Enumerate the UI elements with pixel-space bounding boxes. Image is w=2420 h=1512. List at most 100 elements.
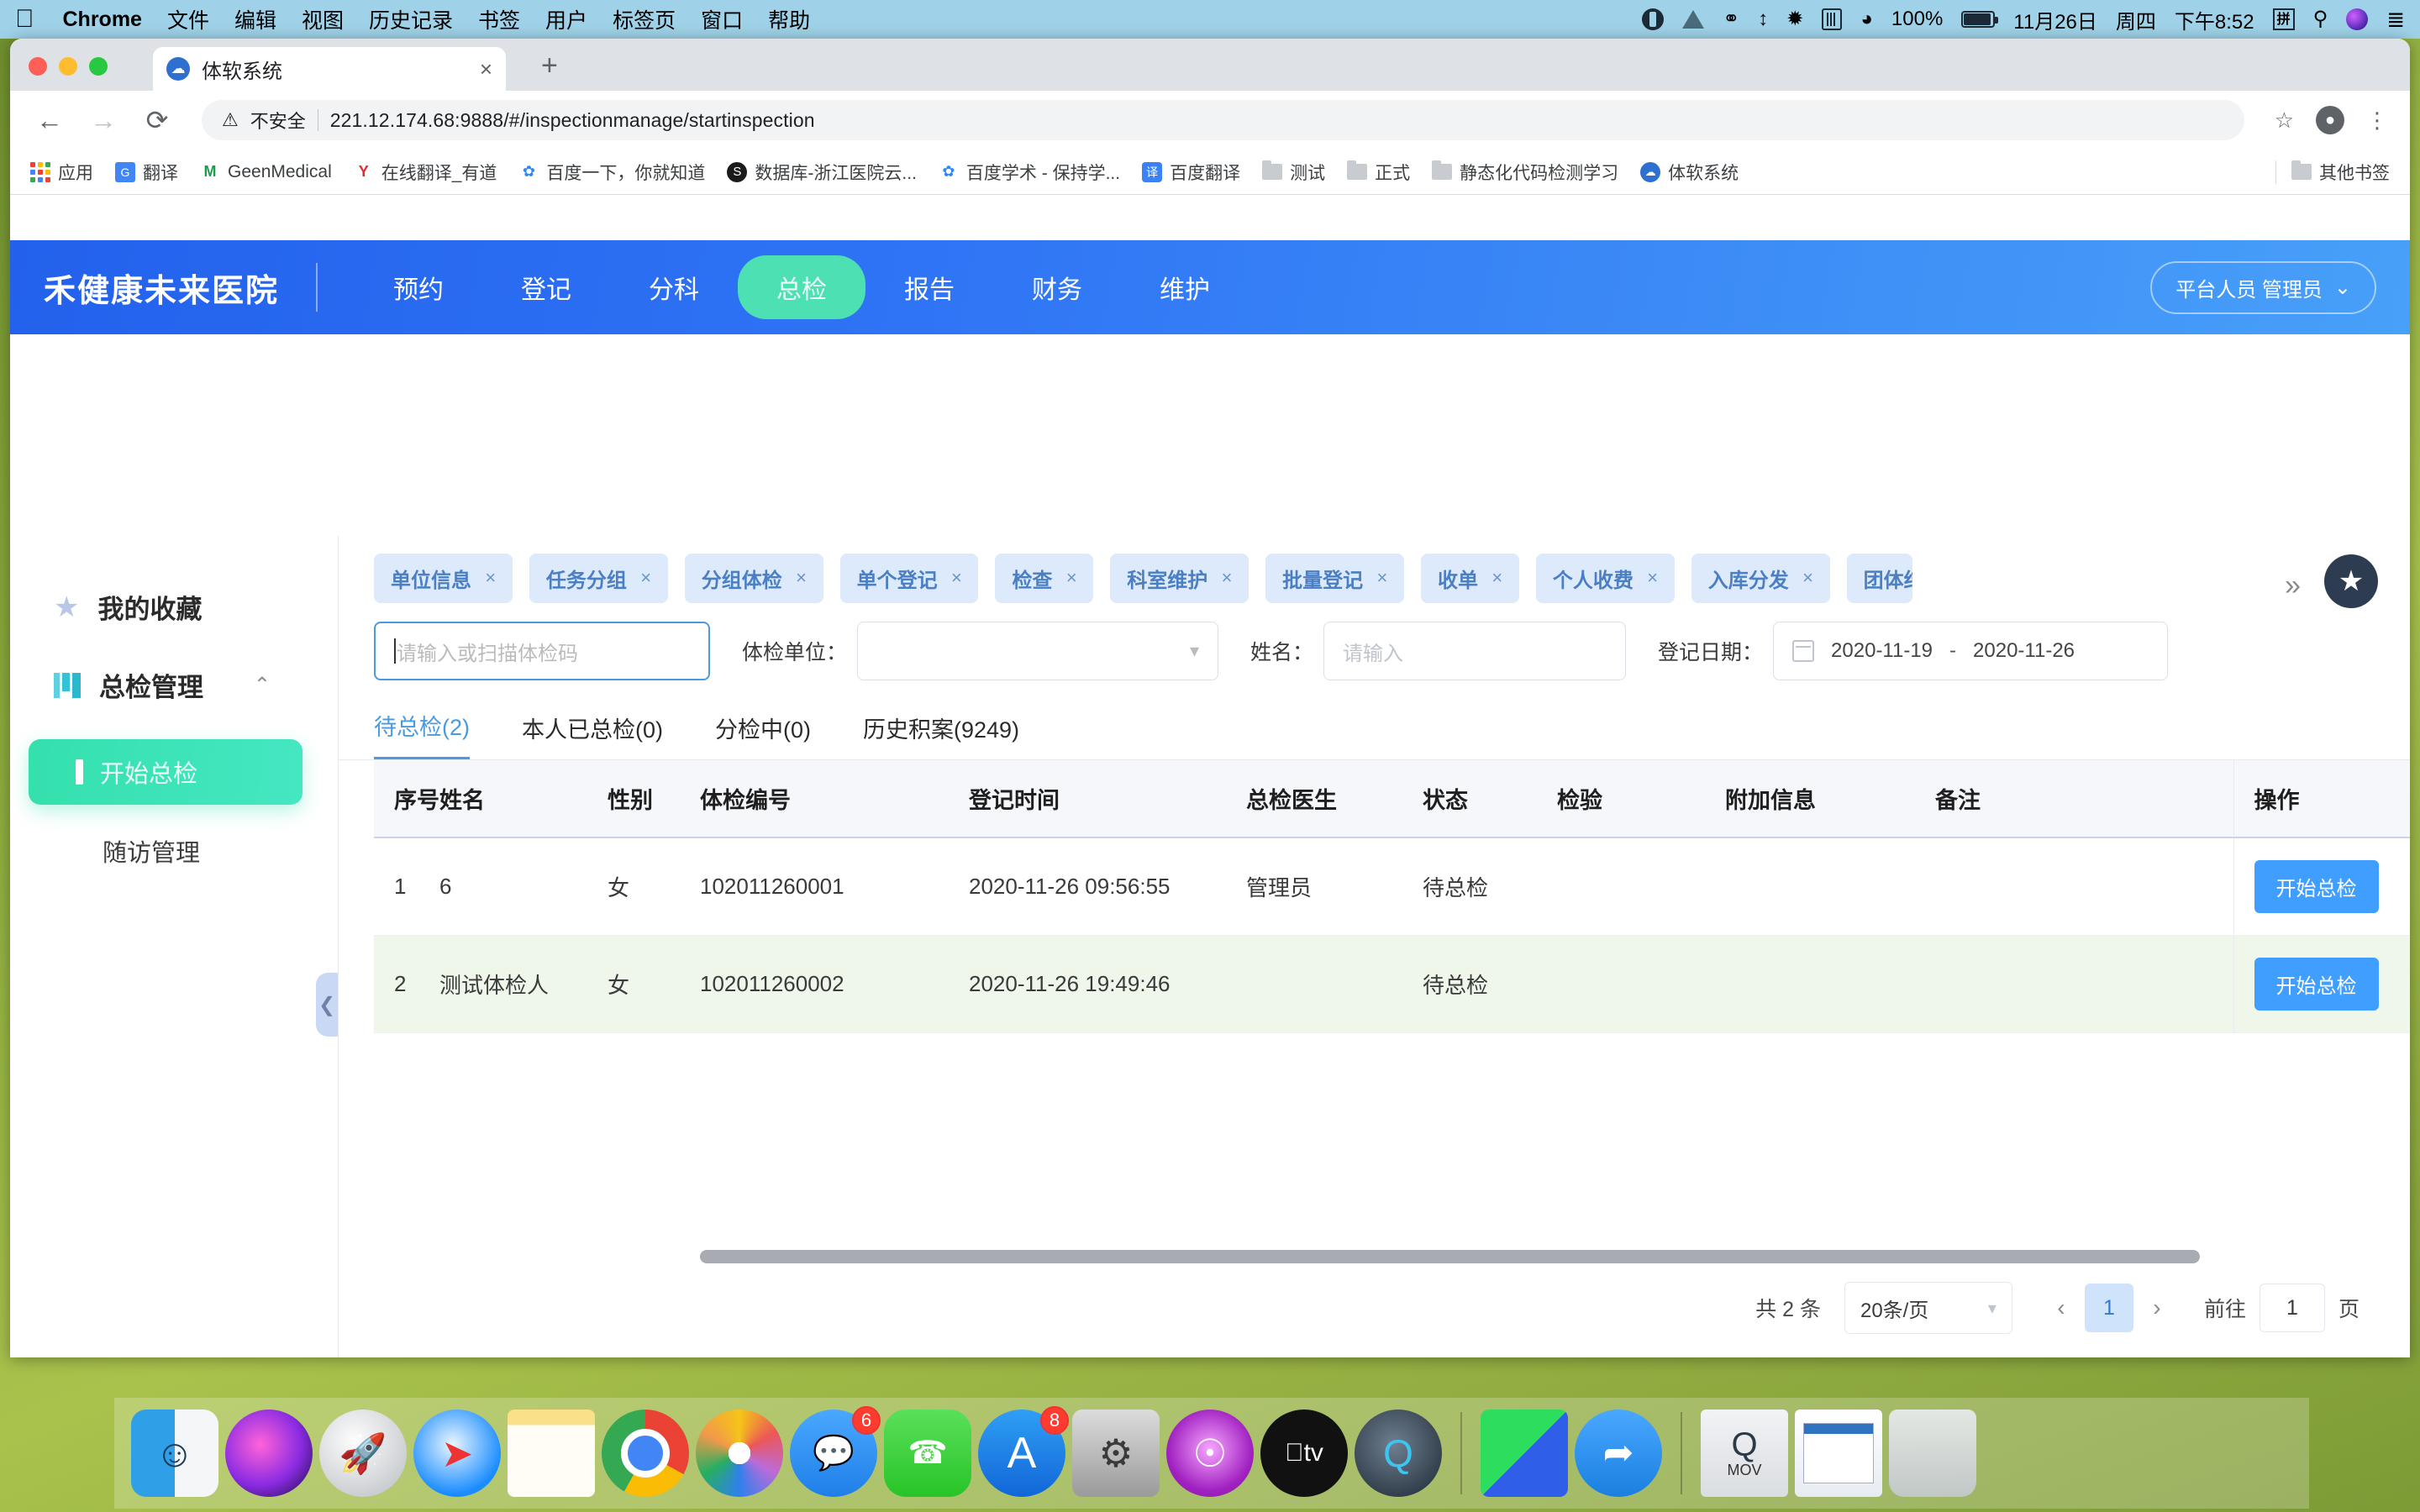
- other-bookmarks-button[interactable]: 其他书签: [2291, 160, 2390, 185]
- bookmark-folder-static-code[interactable]: 静态化代码检测学习: [1432, 160, 1618, 185]
- bookmark-baidu-xueshu[interactable]: ✿ 百度学术 - 保持学...: [939, 160, 1120, 185]
- chip-danweixinxi[interactable]: 单位信息 ×: [374, 553, 513, 603]
- dock-apple-tv-icon[interactable]: tv: [1260, 1410, 1348, 1497]
- close-icon[interactable]: ×: [796, 567, 807, 589]
- start-inspection-button[interactable]: 开始总检: [2254, 860, 2379, 913]
- minimize-window-button[interactable]: [59, 57, 77, 76]
- dock-podcasts-icon[interactable]: ☉: [1166, 1410, 1254, 1497]
- start-inspection-button[interactable]: 开始总检: [2254, 958, 2379, 1011]
- menubar-item-tab[interactable]: 标签页: [613, 4, 676, 34]
- close-icon[interactable]: ×: [1491, 567, 1502, 589]
- chip-jiancha[interactable]: 检查 ×: [995, 553, 1094, 603]
- sidebar-group-inspection-management[interactable]: 总检管理 ⌃: [10, 644, 338, 726]
- nav-item-dengji[interactable]: 登记: [482, 255, 610, 319]
- new-tab-button[interactable]: +: [541, 50, 558, 82]
- chip-shoudan[interactable]: 收单 ×: [1421, 553, 1519, 603]
- dock-app-green-blue-icon[interactable]: [1481, 1410, 1568, 1497]
- chrome-menu-icon[interactable]: ⋮: [2366, 108, 2388, 134]
- dock-spreadsheet-file-icon[interactable]: [1795, 1410, 1882, 1497]
- dock-mov-file-icon[interactable]: Q MOV: [1701, 1410, 1788, 1497]
- browser-tab[interactable]: ☁ 体软系统 ×: [153, 47, 506, 91]
- dock-safari-icon[interactable]: ➤: [413, 1410, 501, 1497]
- inspection-code-input[interactable]: 请输入或扫描体检码: [374, 622, 710, 680]
- back-icon[interactable]: ←: [32, 105, 67, 136]
- close-icon[interactable]: ×: [1376, 567, 1387, 589]
- chip-gedengji[interactable]: 单个登记 ×: [839, 553, 979, 603]
- tab-pending-inspection[interactable]: 待总检(2): [374, 709, 470, 759]
- tab-history-archive[interactable]: 历史积案(9249): [863, 711, 1019, 759]
- close-icon[interactable]: ×: [1802, 567, 1813, 589]
- favorites-float-button[interactable]: ★: [2324, 554, 2378, 608]
- dropbox-icon[interactable]: [1682, 10, 1705, 29]
- nav-item-yuyue[interactable]: 预约: [355, 255, 482, 319]
- bluetooth-icon[interactable]: ✹: [1786, 9, 1803, 29]
- horizontal-scrollbar[interactable]: [700, 1250, 2200, 1263]
- prev-page-button[interactable]: ‹: [2038, 1294, 2085, 1321]
- nav-item-zongjian[interactable]: 总检: [738, 255, 866, 319]
- maximize-window-button[interactable]: [89, 57, 108, 76]
- profile-avatar[interactable]: ●: [2316, 106, 2344, 134]
- apple-menu-icon[interactable]: : [15, 7, 34, 32]
- chevron-up-icon[interactable]: ⌃: [254, 673, 271, 697]
- sidebar-item-followup-management[interactable]: 随访管理: [10, 805, 338, 869]
- dock-messages-icon[interactable]: 💬 6: [790, 1406, 881, 1497]
- menubar-item-window[interactable]: 窗口: [701, 4, 743, 34]
- close-icon[interactable]: ×: [1647, 567, 1658, 589]
- chip-renwufenzu[interactable]: 任务分组 ×: [529, 553, 668, 603]
- page-size-select[interactable]: 20条/页 ▾: [1844, 1282, 2012, 1334]
- dock-quicktime-icon[interactable]: Q: [1355, 1410, 1442, 1497]
- user-menu-button[interactable]: 平台人员 管理员 ⌄: [2150, 260, 2376, 314]
- chip-tantijie[interactable]: 团体结: [1846, 553, 1912, 603]
- menubar-item-help[interactable]: 帮助: [768, 4, 810, 34]
- close-window-button[interactable]: [29, 57, 47, 76]
- nav-item-weihu[interactable]: 维护: [1121, 255, 1249, 319]
- menubar-item-view[interactable]: 视图: [302, 4, 344, 34]
- tab-in-progress[interactable]: 分检中(0): [715, 711, 811, 759]
- close-icon[interactable]: ×: [640, 567, 651, 589]
- dock-notes-icon[interactable]: [508, 1410, 595, 1497]
- bookmark-geenmedical[interactable]: M GeenMedical: [200, 162, 332, 182]
- menubar-item-bookmarks[interactable]: 书签: [478, 4, 520, 34]
- creative-cloud-icon[interactable]: ⚭: [1723, 9, 1739, 29]
- arrows-updown-icon[interactable]: ↕: [1758, 9, 1768, 29]
- sidebar-item-start-inspection[interactable]: 开始总检: [29, 739, 302, 805]
- dock-photos-icon[interactable]: [696, 1410, 783, 1497]
- nav-item-caiwu[interactable]: 财务: [993, 255, 1121, 319]
- nav-item-fenke[interactable]: 分科: [610, 255, 738, 319]
- dock-system-preferences-icon[interactable]: ⚙: [1072, 1410, 1160, 1497]
- bookmark-star-icon[interactable]: ☆: [2275, 108, 2294, 134]
- bookmark-translate[interactable]: G 翻译: [115, 160, 178, 185]
- chevron-double-right-icon[interactable]: »: [2285, 570, 2301, 602]
- keyboard-icon[interactable]: [1822, 8, 1843, 30]
- input-method-icon[interactable]: 拼: [2272, 8, 2295, 30]
- unit-select[interactable]: ▾: [857, 622, 1219, 680]
- nav-item-baogao[interactable]: 报告: [865, 255, 993, 319]
- name-input[interactable]: 请输入: [1323, 622, 1627, 680]
- goto-page-input[interactable]: 1: [2259, 1284, 2325, 1332]
- close-icon[interactable]: ×: [951, 567, 962, 589]
- recording-icon[interactable]: [1642, 8, 1665, 30]
- forward-icon[interactable]: →: [86, 105, 121, 136]
- dock-finder-icon[interactable]: ☺: [131, 1410, 218, 1497]
- chip-fenzutijian[interactable]: 分组体检 ×: [684, 553, 823, 603]
- bookmark-folder-test[interactable]: 测试: [1262, 160, 1325, 185]
- menubar-item-history[interactable]: 历史记录: [369, 4, 453, 34]
- menubar-item-file[interactable]: 文件: [167, 4, 209, 34]
- battery-icon[interactable]: [1961, 11, 1999, 28]
- chip-keshiweihu[interactable]: 科室维护 ×: [1110, 553, 1249, 603]
- close-icon[interactable]: ×: [1221, 567, 1232, 589]
- menubar-item-chrome[interactable]: Chrome: [63, 8, 142, 32]
- wifi-icon[interactable]: ◕: [1860, 8, 1873, 31]
- chip-piliangdengji[interactable]: 批量登记 ×: [1265, 553, 1405, 603]
- tab-self-completed[interactable]: 本人已总检(0): [522, 711, 663, 759]
- close-icon[interactable]: ×: [485, 567, 496, 589]
- dock-app-store-icon[interactable]: A 8: [978, 1406, 1069, 1497]
- page-number-1[interactable]: 1: [2084, 1284, 2133, 1332]
- bookmark-baidu-fanyi[interactable]: 译 百度翻译: [1142, 160, 1240, 185]
- menubar-item-edit[interactable]: 编辑: [234, 4, 276, 34]
- chip-rukufenfa[interactable]: 入库分发 ×: [1691, 553, 1830, 603]
- chip-gerenshoufei[interactable]: 个人收费 ×: [1535, 553, 1675, 603]
- bookmark-baidu[interactable]: ✿ 百度一下，你就知道: [518, 160, 706, 185]
- dock-chrome-icon[interactable]: [602, 1410, 689, 1497]
- table-row[interactable]: 1 6 女 102011260001 2020-11-26 09:56:55 管…: [374, 837, 2410, 936]
